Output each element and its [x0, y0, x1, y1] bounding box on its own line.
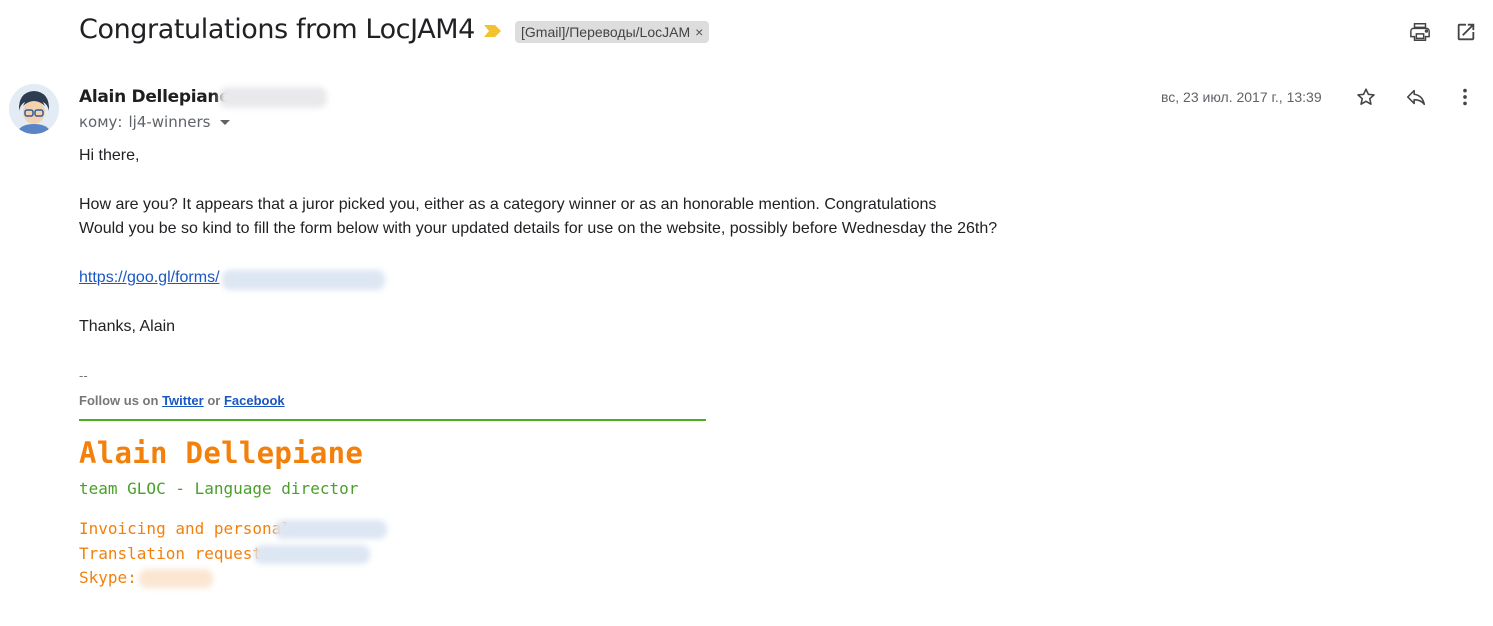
- skype-label: Skype:: [79, 568, 137, 587]
- body-paragraph-line-2: Would you be so kind to fill the form be…: [79, 220, 998, 237]
- follow-us-line: Follow us on Twitter or Facebook: [79, 393, 285, 408]
- remove-label-button[interactable]: ×: [695, 24, 703, 40]
- invoicing-email-redacted: [275, 520, 387, 539]
- body-greeting: Hi there,: [79, 147, 140, 164]
- label-chip-text: [Gmail]/Переводы/LocJAM: [521, 24, 691, 40]
- twitter-link[interactable]: Twitter: [162, 393, 204, 408]
- star-icon[interactable]: [1352, 83, 1380, 111]
- facebook-link[interactable]: Facebook: [224, 393, 285, 408]
- email-subject: Congratulations from LocJAM4: [79, 14, 475, 45]
- translation-requests-label: Translation requests:: [79, 544, 282, 563]
- more-vert-icon[interactable]: [1451, 83, 1479, 111]
- translation-email-redacted: [254, 545, 370, 564]
- form-link[interactable]: https://goo.gl/forms/: [79, 269, 220, 286]
- show-details-chevron-icon[interactable]: [220, 119, 231, 125]
- signature-name: Alain Dellepiane: [79, 436, 364, 470]
- open-in-new-window-icon[interactable]: [1452, 18, 1480, 46]
- reply-icon[interactable]: [1402, 83, 1430, 111]
- follow-us-or: or: [207, 393, 221, 408]
- signature-dashes: --: [79, 368, 88, 383]
- importance-marker-icon[interactable]: [484, 24, 502, 38]
- print-icon[interactable]: [1406, 18, 1434, 46]
- signature-role: team GLOC - Language director: [79, 479, 359, 498]
- form-link-redacted: [222, 270, 385, 290]
- message-date: вс, 23 июл. 2017 г., 13:39: [1161, 89, 1322, 105]
- to-recipient: lj4-winners: [128, 113, 211, 131]
- recipients-line: кому: lj4-winners: [79, 113, 231, 131]
- to-prefix: кому:: [79, 113, 123, 131]
- sender-email-redacted: [219, 87, 327, 108]
- label-chip[interactable]: [Gmail]/Переводы/LocJAM ×: [515, 21, 710, 43]
- sender-name[interactable]: Alain Dellepiane: [79, 87, 231, 107]
- skype-id-redacted: [139, 569, 213, 588]
- form-link-row: https://goo.gl/forms/: [79, 269, 220, 287]
- body-signoff: Thanks, Alain: [79, 318, 176, 335]
- body-paragraph-line-1: How are you? It appears that a juror pic…: [79, 196, 937, 213]
- invoicing-label: Invoicing and personal:: [79, 519, 301, 538]
- signature-divider: [79, 419, 706, 421]
- follow-us-prefix: Follow us on: [79, 393, 159, 408]
- sender-avatar[interactable]: [9, 84, 59, 134]
